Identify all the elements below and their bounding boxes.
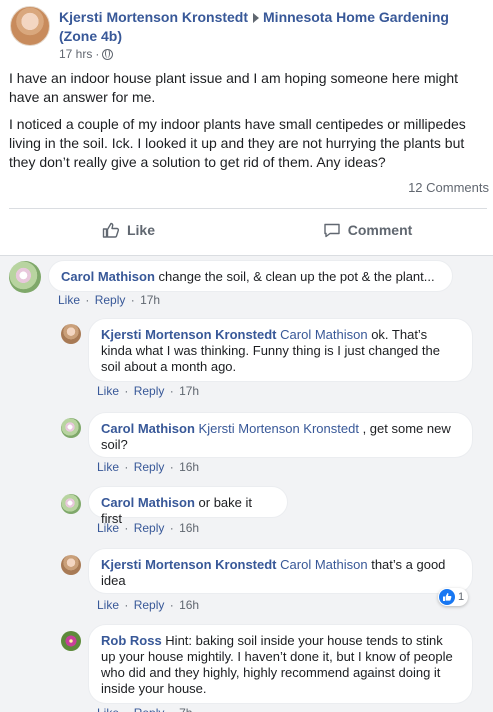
- reaction-number: 1: [458, 591, 465, 603]
- post-timestamp[interactable]: 17 hrs: [59, 47, 92, 61]
- comment-time[interactable]: 17h: [179, 384, 199, 398]
- comment-author[interactable]: Carol Mathison: [61, 269, 155, 284]
- reply-link[interactable]: Reply: [134, 706, 165, 712]
- author-name-link[interactable]: Kjersti Mortenson Kronstedt: [59, 9, 248, 25]
- comment-time[interactable]: 16h: [179, 598, 199, 612]
- mention-link[interactable]: Carol Mathison: [280, 327, 367, 342]
- author-avatar[interactable]: [10, 6, 50, 46]
- comment-count-link[interactable]: 12 Comments: [408, 180, 489, 195]
- comment-bubble: Kjersti Mortenson Kronstedt Carol Mathis…: [88, 548, 473, 594]
- separator: ·: [170, 706, 174, 712]
- comment-actions: Like · Reply · 17h: [58, 293, 160, 307]
- comment-time[interactable]: 16h: [179, 521, 199, 535]
- comment-author[interactable]: Rob Ross: [101, 633, 162, 648]
- divider: [9, 208, 487, 209]
- avatar[interactable]: [61, 494, 81, 514]
- comment-time[interactable]: 17h: [140, 293, 160, 307]
- like-link[interactable]: Like: [97, 598, 119, 612]
- mention-link[interactable]: Kjersti Mortenson Kronstedt: [199, 421, 359, 436]
- action-bar: Like Comment: [9, 210, 487, 250]
- post-paragraph: I have an indoor house plant issue and I…: [9, 70, 459, 105]
- meta-separator: ·: [95, 47, 100, 61]
- like-link[interactable]: Like: [58, 293, 80, 307]
- comment-button[interactable]: Comment: [248, 210, 487, 250]
- like-link[interactable]: Like: [97, 706, 119, 712]
- comment-actions: Like · Reply · 17h: [97, 384, 199, 398]
- separator: ·: [124, 384, 129, 398]
- like-link[interactable]: Like: [97, 460, 119, 474]
- reply-link[interactable]: Reply: [134, 460, 165, 474]
- reaction-count[interactable]: 1: [438, 588, 469, 606]
- reply-link[interactable]: Reply: [134, 598, 165, 612]
- comment-author[interactable]: Carol Mathison: [101, 421, 195, 436]
- separator: ·: [124, 460, 129, 474]
- comment-bubble: Rob Ross Hint: baking soil inside your h…: [88, 624, 473, 704]
- separator: ·: [169, 521, 174, 535]
- post-paragraph: I noticed a couple of my indoor plants h…: [9, 116, 466, 170]
- comment-text: change the soil, & clean up the pot & th…: [158, 269, 435, 284]
- separator: ·: [169, 384, 174, 398]
- reply-link[interactable]: Reply: [134, 521, 165, 535]
- comment-time[interactable]: 7h: [179, 706, 192, 712]
- post-header: Kjersti Mortenson Kronstedt Minnesota Hom…: [0, 0, 493, 64]
- like-button[interactable]: Like: [9, 210, 248, 250]
- comment-author[interactable]: Kjersti Mortenson Kronstedt: [101, 557, 277, 572]
- comment-bubble: Carol Mathison change the soil, & clean …: [48, 260, 453, 292]
- comment-actions: Like · Reply · 16h: [97, 521, 199, 535]
- like-link[interactable]: Like: [97, 521, 119, 535]
- reply-link[interactable]: Reply: [95, 293, 126, 307]
- post-meta: 17 hrs ·: [59, 47, 114, 61]
- comment-bubble: Carol Mathison Kjersti Mortenson Kronste…: [88, 412, 473, 458]
- comment-bubble: Carol Mathison or bake it first: [88, 486, 288, 526]
- avatar[interactable]: [9, 261, 41, 293]
- separator: ·: [130, 293, 135, 307]
- comments-section: Carol Mathison change the soil, & clean …: [0, 255, 493, 712]
- separator: ·: [124, 521, 129, 535]
- like-link[interactable]: Like: [97, 384, 119, 398]
- comment-actions: Like · Reply · 16h: [97, 460, 199, 474]
- thumbs-up-icon: [102, 221, 120, 239]
- globe-icon[interactable]: [102, 48, 114, 60]
- comment-author[interactable]: Kjersti Mortenson Kronstedt: [101, 327, 277, 342]
- avatar[interactable]: [61, 555, 81, 575]
- separator: ·: [85, 293, 90, 307]
- avatar[interactable]: [61, 418, 81, 438]
- avatar[interactable]: [61, 324, 81, 344]
- separator: ·: [169, 460, 174, 474]
- comment-actions: Like · Reply · 16h: [97, 598, 199, 612]
- comment-author[interactable]: Carol Mathison: [101, 495, 195, 510]
- arrow-right-icon: [253, 13, 260, 24]
- separator: ·: [124, 598, 129, 612]
- comment-actions: Like · Reply · 7h: [97, 706, 192, 712]
- comment-time[interactable]: 16h: [179, 460, 199, 474]
- comment-bubble: Kjersti Mortenson Kronstedt Carol Mathis…: [88, 318, 473, 382]
- avatar[interactable]: [61, 631, 81, 651]
- post-body: I have an indoor house plant issue and I…: [9, 69, 487, 180]
- mention-link[interactable]: Carol Mathison: [280, 557, 367, 572]
- reply-link[interactable]: Reply: [134, 384, 165, 398]
- comment-icon: [323, 221, 341, 239]
- separator: ·: [124, 706, 128, 712]
- comment-button-label: Comment: [347, 222, 413, 238]
- thumbs-up-icon: [439, 589, 455, 605]
- separator: ·: [169, 598, 174, 612]
- like-button-label: Like: [126, 222, 155, 238]
- post-title: Kjersti Mortenson Kronstedt Minnesota Hom…: [59, 8, 489, 46]
